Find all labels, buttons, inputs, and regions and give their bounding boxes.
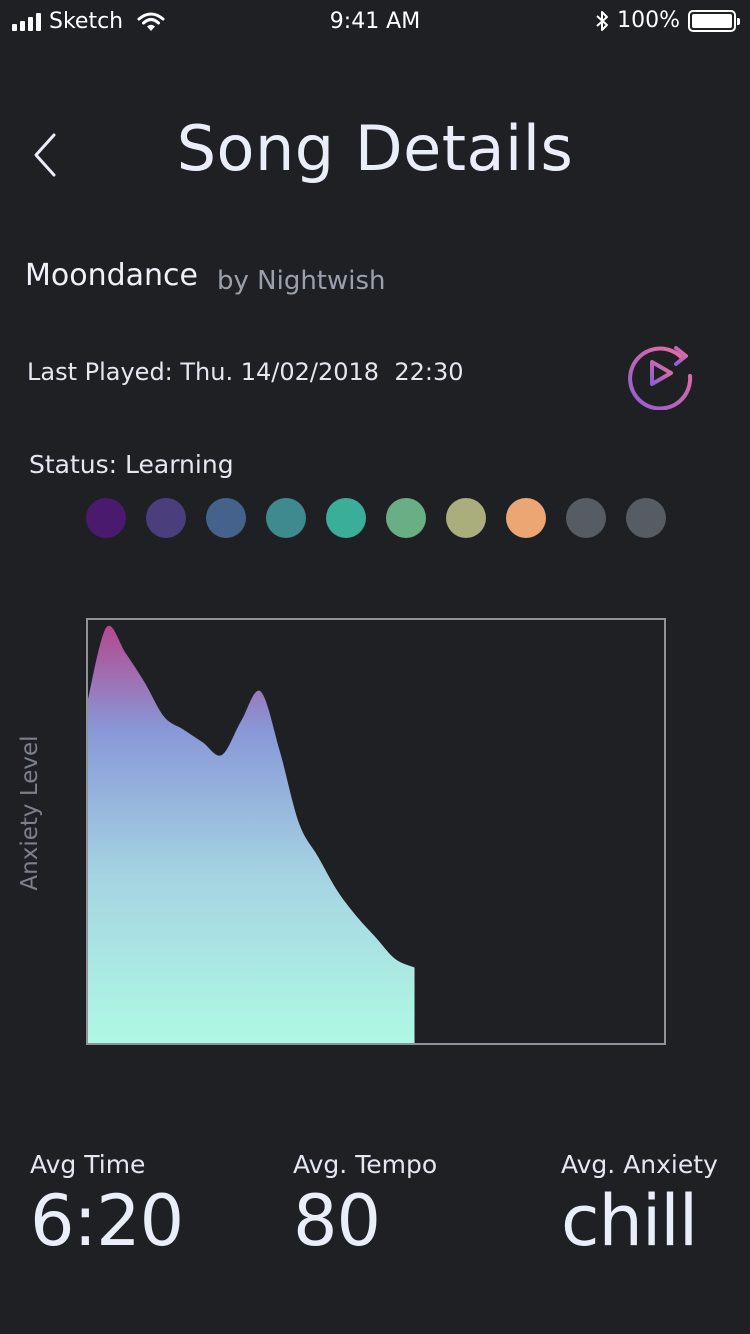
stat-avg-tempo: Avg. Tempo 80 — [293, 1150, 437, 1260]
anxiety-chart — [86, 618, 666, 1045]
avg-tempo-label: Avg. Tempo — [293, 1150, 438, 1179]
song-title: Moondance — [25, 258, 198, 293]
y-axis-label: Anxiety Level — [17, 735, 43, 891]
song-artist: by Nightwish — [217, 266, 386, 296]
status-bar-right: 100% — [595, 8, 740, 33]
status-dot-8[interactable] — [506, 498, 546, 538]
status-dot-5[interactable] — [326, 498, 366, 538]
status-dots — [86, 498, 666, 538]
avg-tempo-value: 80 — [293, 1180, 381, 1262]
status-bar: Sketch 9:41 AM 100% — [0, 0, 750, 44]
last-played: Last Played: Thu. 14/02/2018 22:30 — [27, 358, 464, 386]
status-dot-6[interactable] — [386, 498, 426, 538]
status-dot-9[interactable] — [566, 498, 606, 538]
song-details-screen: Sketch 9:41 AM 100% Song Details Moondan… — [0, 0, 750, 1334]
battery-percent: 100% — [617, 8, 680, 33]
stat-avg-anxiety: Avg. Anxiety chill — [561, 1150, 718, 1260]
stat-avg-time: Avg Time 6:20 — [30, 1150, 184, 1262]
anxiety-area — [87, 625, 415, 1044]
status-dot-7[interactable] — [446, 498, 486, 538]
replay-button[interactable] — [624, 336, 698, 411]
status-dot-2[interactable] — [146, 498, 186, 538]
page-title: Song Details — [176, 112, 574, 185]
avg-time-label: Avg Time — [30, 1150, 146, 1179]
battery-icon — [688, 9, 740, 32]
avg-anxiety-label: Avg. Anxiety — [561, 1150, 718, 1179]
avg-time-value: 6:20 — [30, 1180, 184, 1262]
status-text: Status: Learning — [29, 450, 234, 479]
status-dot-3[interactable] — [206, 498, 246, 538]
avg-anxiety-value: chill — [561, 1180, 698, 1262]
status-dot-10[interactable] — [626, 498, 666, 538]
battery-fill — [692, 13, 732, 28]
bluetooth-icon — [596, 10, 609, 31]
replay-play-icon — [628, 346, 693, 411]
status-dot-4[interactable] — [266, 498, 306, 538]
status-dot-1[interactable] — [86, 498, 126, 538]
